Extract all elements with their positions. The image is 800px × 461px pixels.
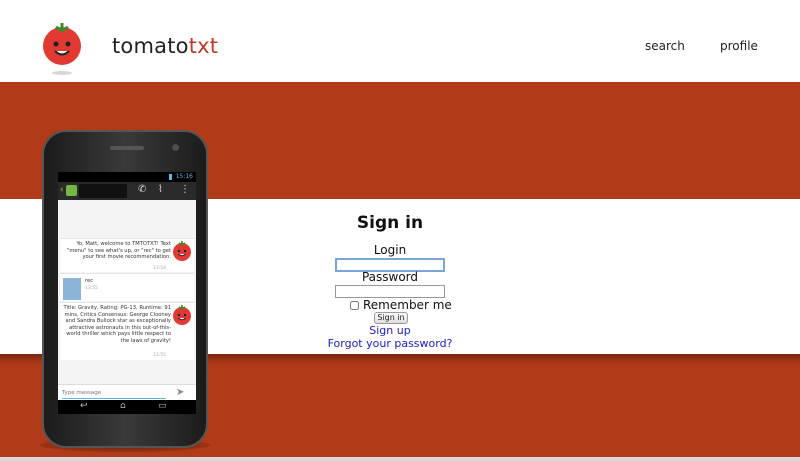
nav-recent-icon: ▭ — [158, 401, 167, 411]
nav-search-link[interactable]: search — [645, 39, 685, 53]
conversation-thread: Yo, Matt, welcome to TMTOTXT! Text "menu… — [58, 200, 196, 384]
remember-me-label: Remember me — [363, 298, 452, 312]
send-icon[interactable]: ➤ — [176, 387, 184, 398]
message-input[interactable] — [62, 388, 166, 399]
attachment-icon: ⌇ — [158, 184, 163, 195]
message-bubble: Yo, Matt, welcome to TMTOTXT! Text "menu… — [60, 238, 194, 272]
message-time: 13:55 — [85, 286, 98, 291]
phone-mockup: 15:16 ‹ ✆ ⌇ ⋮ Yo, Matt, welcome to TMTOT… — [42, 130, 208, 448]
phone-screen: 15:16 ‹ ✆ ⌇ ⋮ Yo, Matt, welcome to TMTOT… — [58, 172, 196, 400]
brand-name-accent: txt — [188, 34, 219, 58]
tomato-avatar-icon — [173, 305, 191, 325]
message-bubble: rec 13:55 — [60, 273, 194, 301]
site-header: tomatotxt search profile — [0, 0, 800, 82]
phone-nav-bar: ↩ ⌂ ▭ — [58, 400, 196, 414]
signup-link[interactable]: Sign up — [300, 324, 480, 337]
back-arrow-icon: ‹ — [60, 185, 64, 195]
nav-back-icon: ↩ — [80, 401, 88, 411]
password-label: Password — [361, 270, 419, 284]
phone-status-time: 15:16 — [175, 173, 193, 180]
phone-call-icon: ✆ — [138, 184, 147, 195]
forgot-password-link[interactable]: Forgot your password? — [300, 337, 480, 350]
phone-camera — [172, 144, 179, 151]
overflow-menu-icon: ⋮ — [180, 184, 190, 195]
message-bubble: Title: Gravity, Rating: PG-13, Runtime: … — [60, 302, 194, 360]
phone-action-bar: ‹ ✆ ⌇ ⋮ — [58, 182, 196, 200]
remember-me[interactable]: Remember me — [350, 298, 452, 312]
phone-status-bar: 15:16 — [58, 172, 196, 182]
signin-form: Sign in Login Password Remember me Sign … — [300, 199, 480, 354]
tomato-avatar-icon — [173, 241, 191, 261]
brand-name[interactable]: tomatotxt — [112, 34, 218, 58]
signin-button[interactable]: Sign in — [374, 312, 408, 324]
message-time: 13:54 — [153, 266, 166, 271]
brand-name-main: tomato — [112, 34, 189, 58]
battery-icon — [169, 174, 172, 180]
tomato-logo-icon[interactable] — [38, 18, 86, 76]
page-bottom-strip — [0, 457, 800, 461]
password-input[interactable] — [335, 285, 445, 298]
message-time: 13:55 — [153, 353, 166, 358]
login-label: Login — [373, 243, 407, 257]
conversation-title — [79, 184, 127, 198]
message-text: Yo, Matt, welcome to TMTOTXT! Text "menu… — [66, 241, 171, 261]
user-avatar — [63, 278, 81, 300]
phone-speaker — [110, 146, 144, 150]
message-text: Title: Gravity, Rating: PG-13, Runtime: … — [63, 305, 171, 344]
nav-profile-link[interactable]: profile — [720, 39, 758, 53]
nav-home-icon: ⌂ — [120, 401, 126, 411]
remember-me-checkbox[interactable] — [350, 301, 359, 310]
message-text: rec — [85, 278, 94, 284]
app-badge-icon — [66, 185, 77, 196]
signin-title: Sign in — [356, 213, 424, 233]
message-composer: ➤ — [58, 384, 196, 400]
